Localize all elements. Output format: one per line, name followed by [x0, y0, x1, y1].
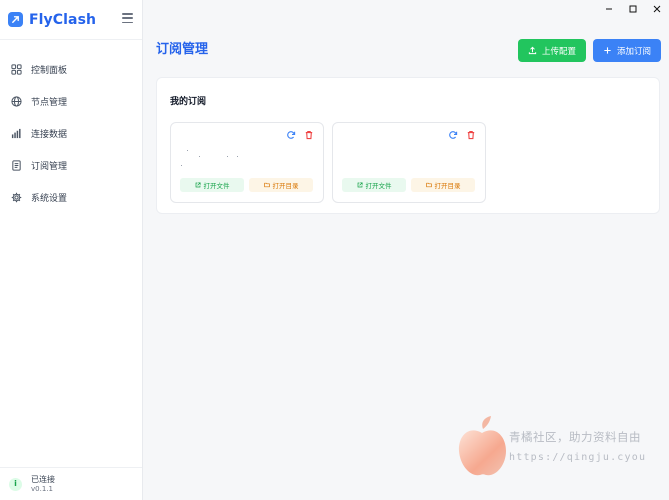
close-button[interactable]: [645, 0, 669, 18]
sidebar-item-label: 连接数据: [31, 129, 68, 140]
page-title: 订阅管理: [156, 42, 209, 57]
sidebar-item-subscriptions[interactable]: 订阅管理: [0, 149, 142, 181]
open-file-label: 打开文件: [203, 182, 230, 190]
sidebar-item-settings[interactable]: 系统设置: [0, 181, 142, 213]
globe-icon: [11, 95, 22, 107]
app-logo-icon: [8, 12, 23, 27]
open-file-label: 打开文件: [365, 182, 392, 190]
watermark-logo-icon: [458, 416, 506, 476]
panel-title: 我的订阅: [170, 97, 207, 107]
subscription-card: 打开文件 打开目录: [332, 122, 486, 203]
open-file-button[interactable]: 打开文件: [342, 178, 406, 192]
maximize-icon: [629, 5, 637, 13]
folder-icon: [425, 182, 432, 188]
sidebar-nav: 控制面板 节点管理 连接数据 订阅管理 系统设置: [0, 53, 142, 213]
folder-icon: [263, 182, 270, 188]
maximize-button[interactable]: [621, 0, 645, 18]
open-directory-button[interactable]: 打开目录: [249, 178, 313, 192]
sidebar-item-label: 节点管理: [31, 97, 68, 108]
card-placeholder-dots: [181, 149, 251, 169]
sidebar-item-nodes[interactable]: 节点管理: [0, 85, 142, 117]
subscriptions-panel: 我的订阅 打开文件 打开目录 打开文件 打开目录: [156, 77, 660, 214]
dashboard-icon: [11, 63, 22, 75]
document-icon: [11, 159, 22, 171]
upload-config-label: 上传配置: [541, 46, 576, 57]
open-file-button[interactable]: 打开文件: [180, 178, 244, 192]
open-directory-label: 打开目录: [434, 182, 461, 190]
connection-status: i 已连接 v0.1.1: [0, 467, 142, 500]
brand: FlyClash: [0, 0, 142, 40]
watermark-text: 青橘社区，助力资料自由: [509, 430, 641, 444]
external-link-icon: [195, 182, 201, 188]
info-icon: i: [9, 477, 22, 491]
close-icon: [653, 5, 661, 13]
minimize-icon: [606, 8, 612, 10]
sidebar: FlyClash 控制面板 节点管理 连接数据 订阅管理 系统设置 i 已连接 …: [0, 0, 143, 500]
delete-icon[interactable]: [466, 130, 476, 140]
minimize-button[interactable]: [597, 0, 621, 18]
refresh-icon[interactable]: [448, 130, 458, 140]
open-directory-button[interactable]: 打开目录: [411, 178, 475, 192]
upload-icon: [528, 46, 537, 55]
sidebar-item-label: 订阅管理: [31, 161, 68, 172]
external-link-icon: [357, 182, 363, 188]
delete-icon[interactable]: [304, 130, 314, 140]
add-subscription-label: 添加订阅: [616, 46, 651, 57]
gear-icon: [11, 192, 22, 203]
sidebar-item-dashboard[interactable]: 控制面板: [0, 53, 142, 85]
upload-config-button[interactable]: 上传配置: [518, 39, 586, 62]
watermark-url: https://qingju.cyou: [509, 452, 647, 463]
menu-toggle-icon[interactable]: [122, 13, 133, 23]
open-directory-label: 打开目录: [272, 182, 299, 190]
sidebar-item-label: 系统设置: [31, 193, 68, 204]
sidebar-item-connections[interactable]: 连接数据: [0, 117, 142, 149]
window-controls: [597, 0, 669, 18]
subscription-card: 打开文件 打开目录: [170, 122, 324, 203]
sidebar-item-label: 控制面板: [31, 65, 68, 76]
refresh-icon[interactable]: [286, 130, 296, 140]
plus-icon: [604, 47, 611, 54]
bar-chart-icon: [11, 128, 22, 139]
app-name: FlyClash: [29, 11, 97, 28]
status-text: 已连接: [31, 475, 55, 484]
add-subscription-button[interactable]: 添加订阅: [593, 39, 661, 62]
version-text: v0.1.1: [31, 485, 53, 493]
